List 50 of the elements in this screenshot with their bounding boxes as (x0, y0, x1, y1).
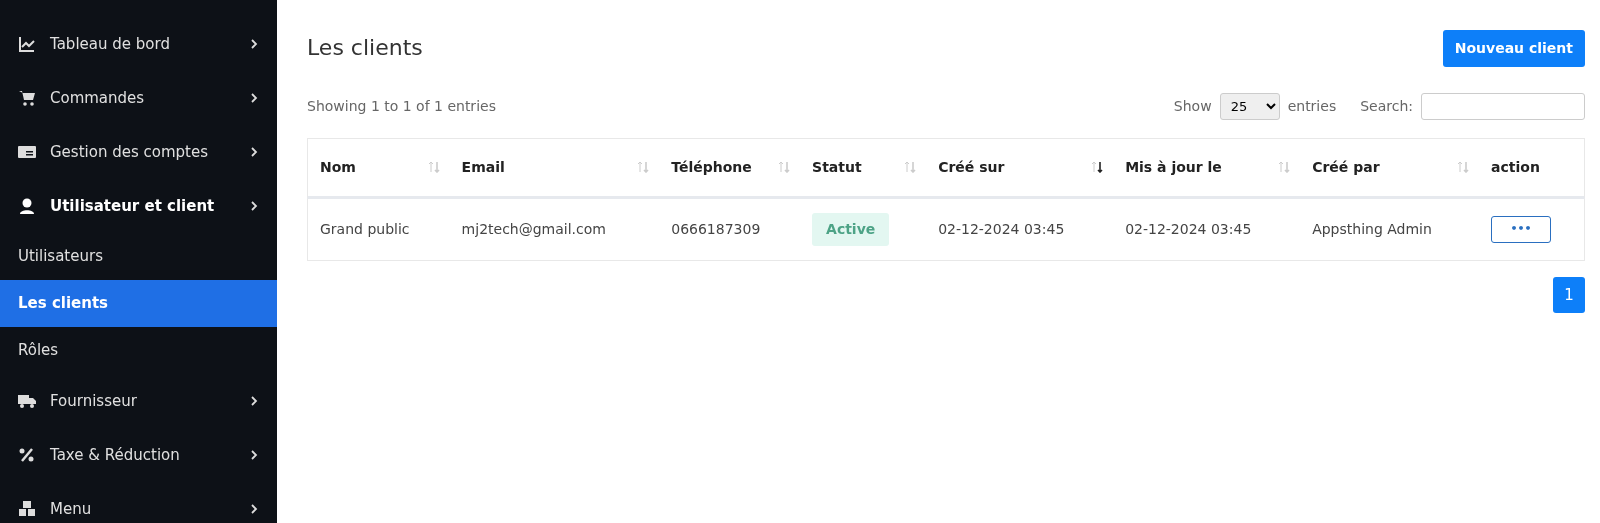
sidebar-subitem[interactable]: Les clients (0, 280, 277, 327)
chevron-icon (249, 93, 259, 103)
column-header[interactable]: Nom (320, 159, 356, 175)
table-cell: 0666187309 (671, 221, 761, 237)
chevron-icon (249, 504, 259, 514)
sidebar-item[interactable]: Fournisseur (0, 374, 277, 428)
table-cell: Appsthing Admin (1312, 221, 1432, 237)
sidebar-item[interactable]: Commandes (0, 71, 277, 125)
column-header[interactable]: Statut (812, 159, 862, 175)
new-client-button[interactable]: Nouveau client (1442, 30, 1585, 67)
actions-button[interactable]: ••• (1491, 216, 1552, 243)
sidebar-subitem[interactable]: Rôles (0, 327, 277, 374)
table-cell: mj2tech@gmail.com (461, 221, 606, 237)
table-cell: 02-12-2024 03:45 (1125, 221, 1252, 237)
chevron-icon (249, 147, 259, 157)
chevron-icon (249, 450, 259, 460)
page-title: Les clients (307, 35, 423, 62)
sidebar-subitem[interactable]: Utilisateurs (0, 233, 277, 280)
sidebar-item[interactable]: Tableau de bord (0, 17, 277, 71)
sidebar-item[interactable]: Gestion des comptes (0, 125, 277, 179)
column-header[interactable]: Créé par (1312, 159, 1380, 175)
chevron-icon (249, 396, 259, 406)
status-badge: Active (812, 213, 890, 246)
truck-icon (18, 392, 36, 410)
percent-icon (18, 446, 36, 464)
column-header[interactable]: Téléphone (671, 159, 752, 175)
sidebar-item[interactable]: Utilisateur et client (0, 179, 277, 233)
chevron-icon (249, 201, 259, 211)
cart-icon (18, 89, 36, 107)
column-header[interactable]: Email (461, 159, 505, 175)
card-icon (18, 143, 36, 161)
page-button[interactable]: 1 (1553, 277, 1585, 313)
table-cell: 02-12-2024 03:45 (938, 221, 1065, 237)
sidebar-item[interactable]: Taxe & Réduction (0, 428, 277, 482)
entries-label: entries (1287, 97, 1337, 116)
column-header[interactable]: Mis à jour le (1125, 159, 1222, 175)
chevron-icon (249, 39, 259, 49)
search-field[interactable] (1421, 93, 1585, 120)
sort-icon[interactable] (1091, 161, 1104, 173)
column-header[interactable]: Créé sur (938, 159, 1005, 175)
entries-info: Showing 1 to 1 of 1 entries (307, 97, 496, 116)
user-icon (18, 197, 36, 215)
search-label: Search: (1360, 97, 1413, 116)
chart-icon (18, 35, 36, 53)
sidebar-item[interactable]: Menu (0, 482, 277, 523)
entries-select[interactable]: 25 (1219, 93, 1280, 120)
column-header[interactable]: action (1491, 159, 1540, 175)
show-label: Show (1173, 97, 1212, 116)
table-cell: Grand public (320, 221, 410, 237)
cubes-icon (18, 500, 36, 518)
